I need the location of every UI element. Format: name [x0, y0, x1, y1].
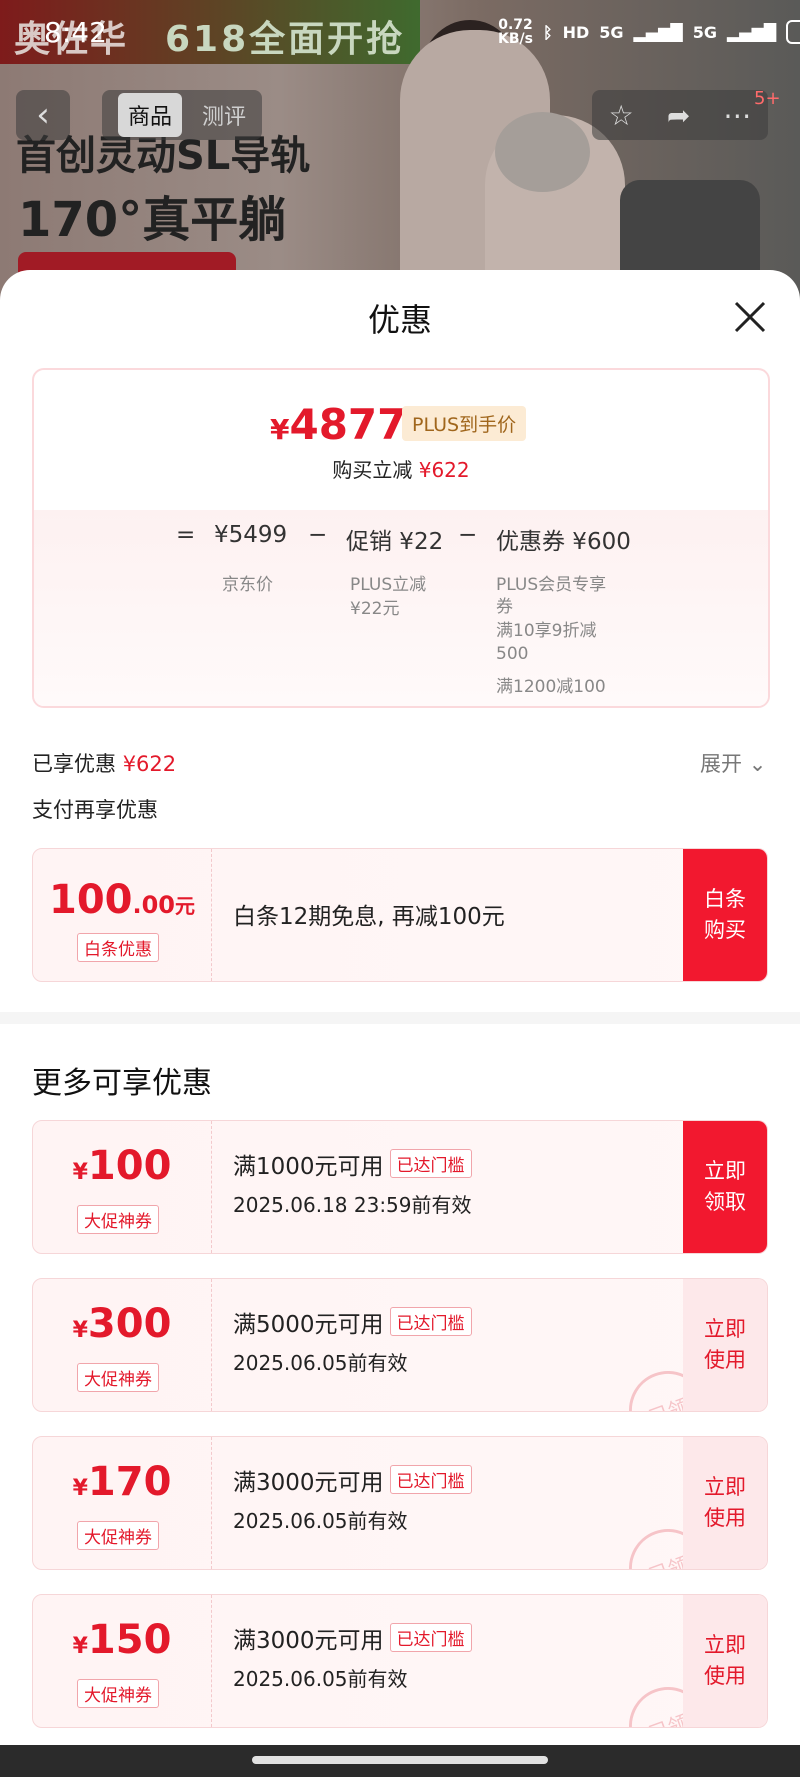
jd-price: ¥5499 — [214, 522, 288, 548]
coupon-card: ¥150 大促神券 满3000元可用 已达门槛 2025.06.05前有效 已领 … — [32, 1594, 768, 1728]
coupon-validity: 2025.06.05前有效 — [233, 1667, 408, 1691]
coupon-condition: 满3000元可用 已达门槛 — [233, 1621, 472, 1655]
threshold-badge: 已达门槛 — [389, 1149, 472, 1178]
promo-text: 618全面开抢 — [165, 19, 406, 60]
price-summary-card: ¥4877 PLUS到手价 购买立减 ¥622 = ¥5499 − 促销 ¥22… — [32, 368, 770, 708]
battery-icon: 57 — [786, 20, 800, 44]
jd-price-label: 京东价 — [222, 575, 273, 595]
plus-price-tag: PLUS到手价 — [402, 406, 527, 441]
chevron-down-icon: ⌄ — [748, 752, 767, 776]
offer-description: 白条12期免息, 再减100元 — [233, 904, 505, 930]
chevron-left-icon: ‹ — [36, 95, 50, 135]
expand-button[interactable]: 展开 ⌄ — [700, 748, 766, 778]
back-button[interactable]: ‹ — [16, 90, 70, 140]
elder-image — [495, 112, 590, 192]
coupon-validity: 2025.06.05前有效 — [233, 1509, 408, 1533]
coupon-card: ¥300 大促神券 满5000元可用 已达门槛 2025.06.05前有效 已领 … — [32, 1278, 768, 1412]
coupon-amount: 优惠券 ¥600 — [496, 529, 631, 555]
close-icon[interactable] — [733, 300, 767, 334]
coupon-tag: 大促神券 — [77, 1363, 159, 1392]
coupon-sub-1: PLUS会员专享 — [496, 575, 607, 595]
coupon-card: ¥170 大促神券 满3000元可用 已达门槛 2025.06.05前有效 已领 … — [32, 1436, 768, 1570]
top-actions: ☆ ➦ ⋯ — [592, 90, 768, 140]
signal-bars-icon: ▂▄▆█ — [633, 22, 683, 42]
coupon-validity: 2025.06.05前有效 — [233, 1351, 408, 1375]
coupon-tag: 大促神券 — [77, 1679, 159, 1708]
baitiao-buy-button[interactable]: 白条 购买 — [683, 849, 767, 981]
claim-button[interactable]: 立即 领取 — [683, 1121, 767, 1253]
final-price: ¥4877 — [270, 400, 407, 449]
message-badge: 5+ — [754, 88, 781, 109]
enjoyed-discount: 已享优惠 ¥622 — [32, 752, 177, 776]
offer-tag: 白条优惠 — [77, 933, 159, 962]
top-tabs: 商品 测评 — [102, 90, 262, 140]
signal-5g-icon-2: 5G — [692, 22, 717, 42]
use-button[interactable]: 立即 使用 — [683, 1595, 767, 1727]
promo-sub-2: ¥22元 — [350, 599, 400, 619]
offer-amount-area: 100.00元 白条优惠 — [33, 849, 212, 981]
coupon-value: ¥100 — [72, 1143, 172, 1189]
coupon-value: ¥150 — [72, 1617, 172, 1663]
net-speed: 0.72 KB/s — [498, 17, 533, 47]
coupon-sub-3: 满10享9折减 — [496, 621, 597, 641]
signal-bars-icon-2: ▂▄▆█ — [727, 22, 777, 42]
coupon-value: ¥300 — [72, 1301, 172, 1347]
baitiao-offer: 100.00元 白条优惠 白条12期免息, 再减100元 白条 购买 — [32, 848, 768, 982]
use-button[interactable]: 立即 使用 — [683, 1279, 767, 1411]
home-indicator[interactable] — [252, 1756, 548, 1764]
pay-more-heading: 支付再享优惠 — [32, 798, 158, 822]
tab-review[interactable]: 测评 — [202, 99, 246, 131]
signal-5g-icon: 5G — [599, 22, 624, 42]
tab-product[interactable]: 商品 — [117, 93, 182, 137]
coupon-card: ¥100 大促神券 满1000元可用 已达门槛 2025.06.18 23:59前… — [32, 1120, 768, 1254]
minus-sign-2: − — [458, 522, 478, 548]
promo-amount: 促销 ¥22 — [346, 529, 444, 555]
coupon-sub-4: 500 — [496, 644, 529, 664]
discount-line: 购买立减 ¥622 — [332, 458, 470, 482]
section-divider — [0, 1012, 800, 1024]
coupon-condition: 满1000元可用 已达门槛 — [233, 1147, 472, 1181]
discount-sheet: 优惠 ¥4877 PLUS到手价 购买立减 ¥622 = ¥5499 − 促销 … — [0, 270, 800, 1745]
bluetooth-icon: ᛒ — [542, 22, 553, 42]
promo-sub-1: PLUS立减 — [350, 575, 427, 595]
coupon-value: ¥170 — [72, 1459, 172, 1505]
coupon-sub-2: 券 — [496, 597, 513, 617]
threshold-badge: 已达门槛 — [389, 1465, 472, 1494]
share-icon[interactable]: ➦ — [667, 99, 690, 132]
sheet-title: 优惠 — [367, 301, 432, 339]
coupon-tag: 大促神券 — [77, 1205, 159, 1234]
hd-icon: HD — [562, 22, 590, 42]
threshold-badge: 已达门槛 — [389, 1623, 472, 1652]
equals-sign: = — [176, 522, 196, 548]
use-button[interactable]: 立即 使用 — [683, 1437, 767, 1569]
more-offers-title: 更多可享优惠 — [32, 1066, 212, 1101]
coupon-validity: 2025.06.18 23:59前有效 — [233, 1193, 472, 1217]
offer-amount: 100.00元 — [48, 877, 195, 923]
status-time: 8:42 — [44, 16, 107, 49]
threshold-badge: 已达门槛 — [389, 1307, 472, 1336]
coupon-condition: 满3000元可用 已达门槛 — [233, 1463, 472, 1497]
coupon-condition: 满5000元可用 已达门槛 — [233, 1305, 472, 1339]
headline-2: 170°真平躺 — [18, 192, 287, 248]
coupon-sub-5: 满1200减100 — [496, 677, 606, 697]
more-icon[interactable]: ⋯ — [723, 99, 751, 132]
coupon-tag: 大促神券 — [77, 1521, 159, 1550]
status-icons: 0.72 KB/s ᛒ HD 5G ▂▄▆█ 5G ▂▄▆█ 57 — [498, 18, 800, 46]
minus-sign-1: − — [308, 522, 328, 548]
star-icon[interactable]: ☆ — [609, 99, 634, 132]
